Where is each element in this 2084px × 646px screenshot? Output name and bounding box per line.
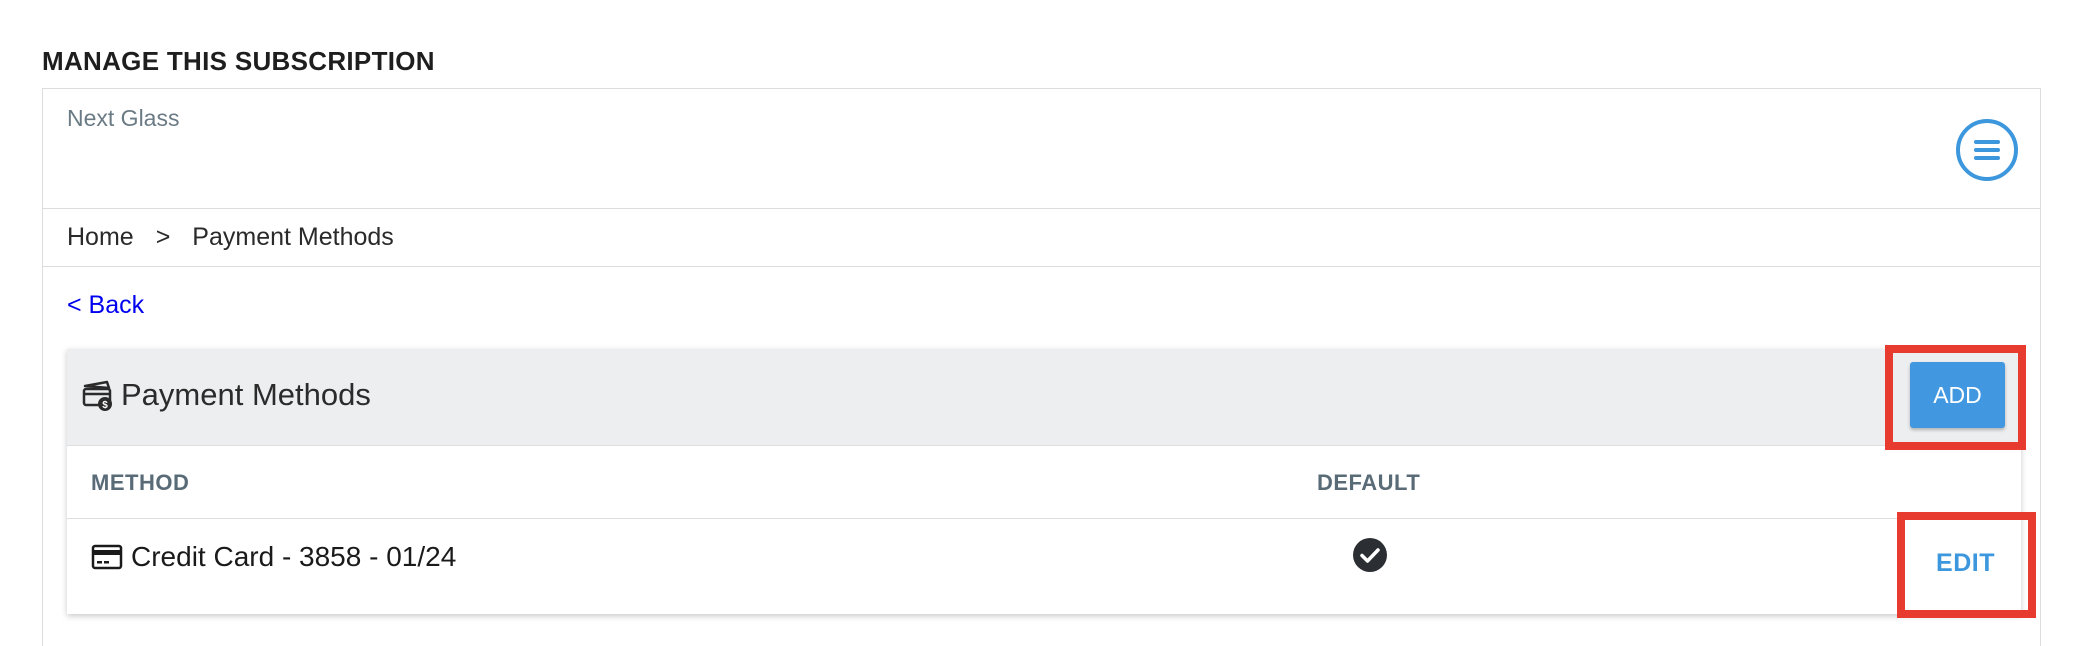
payment-stack-icon: $ bbox=[82, 380, 112, 411]
section-title: MANAGE THIS SUBSCRIPTION bbox=[42, 46, 435, 76]
back-link[interactable]: < Back bbox=[67, 291, 144, 320]
breadcrumb: Home > Payment Methods bbox=[43, 209, 2040, 267]
table-row: Credit Card - 3858 - 01/24 EDIT bbox=[67, 519, 2021, 614]
brand-bar: Next Glass bbox=[43, 89, 2040, 209]
breadcrumb-separator: > bbox=[155, 223, 171, 251]
edit-payment-method-button[interactable]: EDIT bbox=[1936, 549, 1995, 578]
credit-card-icon bbox=[91, 544, 123, 570]
svg-text:$: $ bbox=[102, 400, 108, 411]
subscription-panel: Next Glass Home > Payment Methods < Back bbox=[42, 88, 2041, 646]
column-header-method: METHOD bbox=[91, 470, 190, 495]
brand-name: Next Glass bbox=[67, 105, 180, 131]
breadcrumb-current: Payment Methods bbox=[192, 223, 394, 251]
payment-method-label: Credit Card - 3858 - 01/24 bbox=[131, 541, 457, 572]
card-title-group: $ Payment Methods bbox=[81, 377, 371, 413]
page: MANAGE THIS SUBSCRIPTION Next Glass Home… bbox=[0, 0, 2084, 646]
card-title: Payment Methods bbox=[121, 377, 371, 412]
column-header-default: DEFAULT bbox=[1317, 470, 1421, 495]
payment-methods-card: $ Payment Methods ADD METHOD DEFAULT Cre… bbox=[67, 349, 2021, 614]
table-header: METHOD DEFAULT bbox=[67, 446, 2021, 519]
check-circle-icon bbox=[1353, 538, 1387, 572]
method-cell: Credit Card - 3858 - 01/24 bbox=[91, 541, 456, 573]
breadcrumb-home[interactable]: Home bbox=[67, 223, 134, 252]
add-payment-method-button[interactable]: ADD bbox=[1910, 362, 2005, 428]
menu-button[interactable] bbox=[1956, 119, 2018, 181]
hamburger-menu-icon bbox=[1974, 140, 2000, 160]
card-header: $ Payment Methods ADD bbox=[67, 349, 2021, 446]
default-indicator bbox=[1352, 537, 1388, 573]
